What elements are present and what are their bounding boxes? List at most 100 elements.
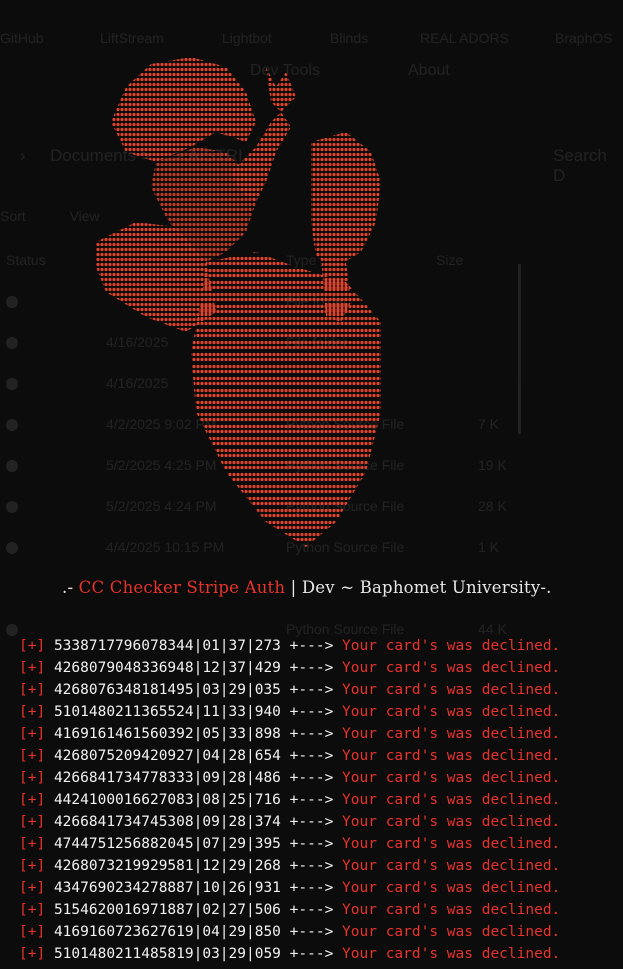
log-entry: [+] 4424100016627083|08|25|716 +---> You… [19,789,619,811]
status-icon [6,296,18,308]
card-value: 4266841734778333|09|28|486 [53,770,281,786]
card-value: 5338717796078344|01|37|273 [53,638,281,654]
card-value: 4169161461560392|05|33|898 [53,726,281,742]
status-icon [6,624,18,636]
log-arrow: +---> [289,660,334,676]
log-tag: [+] [19,792,46,808]
log-tag: [+] [19,770,46,786]
background-size: 7 K [478,416,500,432]
background-bookmarks-bar: GitHub LiftStream Lightbot Blinds REAL A… [0,26,623,50]
log-tag: [+] [19,726,46,742]
log-arrow: +---> [289,682,334,698]
log-entry: [+] 4268076348181495|03|29|035 +---> You… [19,679,619,701]
log-entry: [+] 5154620016971887|02|27|506 +---> You… [19,899,619,921]
status-message: Your card's was declined. [342,902,561,918]
log-entry: [+] 4268075209420927|04|28|654 +---> You… [19,745,619,767]
log-arrow: +---> [289,770,334,786]
card-value: 4268073219929581|12|29|268 [53,858,281,874]
banner-prefix: .- [62,578,79,597]
log-entry: [+] 4169160723627619|04|29|850 +---> You… [19,921,619,943]
background-size: 19 K [478,457,507,473]
banner-separator: | [285,578,302,597]
log-tag: [+] [19,660,46,676]
log-arrow: +---> [289,638,334,654]
card-value: 4744751256882045|07|29|395 [53,836,281,852]
status-icon [6,542,18,554]
log-entry: [+] 5101480211365524|11|33|940 +---> You… [19,701,619,723]
log-entry: [+] 5338717796078344|01|37|273 +---> You… [19,635,619,657]
log-entry: [+] 4744751256882045|07|29|395 +---> You… [19,833,619,855]
log-entry: [+] 4268073219929581|12|29|268 +---> You… [19,855,619,877]
card-value: 4268075209420927|04|28|654 [53,748,281,764]
banner-title: CC Checker Stripe Auth [78,578,286,597]
status-icon [6,419,18,431]
log-tag: [+] [19,682,46,698]
log-entry: [+] 4169161461560392|05|33|898 +---> You… [19,723,619,745]
log-arrow: +---> [289,836,334,852]
card-value: 5101480211485819|03|29|059 [53,946,281,962]
log-tag: [+] [19,924,46,940]
log-arrow: +---> [289,704,334,720]
background-scrollbar [518,264,521,434]
background-tab: About [408,62,450,79]
status-message: Your card's was declined. [342,880,561,896]
status-message: Your card's was declined. [342,638,561,654]
background-bookmark: REAL ADORS [420,30,509,46]
status-message: Your card's was declined. [342,792,561,808]
background-bookmark: LiftStream [100,30,164,46]
background-bookmark: Blinds [330,30,369,46]
status-message: Your card's was declined. [342,682,561,698]
status-message: Your card's was declined. [342,946,561,962]
log-tag: [+] [19,946,46,962]
log-tag: [+] [19,902,46,918]
background-column: Status [6,252,46,268]
log-arrow: +---> [289,946,334,962]
chevron-right-icon: › [20,146,26,165]
log-arrow: +---> [289,792,334,808]
status-message: Your card's was declined. [342,726,561,742]
status-icon [6,501,18,513]
background-size: 28 K [478,498,507,514]
log-tag: [+] [19,858,46,874]
banner-dev: Dev ~ Baphomet University-. [301,578,552,597]
log-arrow: +---> [289,880,334,896]
log-entry: [+] 4266841734778333|09|28|486 +---> You… [19,767,619,789]
card-value: 4268076348181495|03|29|035 [53,682,281,698]
log-arrow: +---> [289,924,334,940]
terminal-log: [+] 5338717796078344|01|37|273 +---> You… [19,635,619,965]
card-value: 4424100016627083|08|25|716 [53,792,281,808]
card-value: 5101480211365524|11|33|940 [53,704,281,720]
log-tag: [+] [19,704,46,720]
log-arrow: +---> [289,902,334,918]
background-sort-label: Sort [0,208,26,224]
log-tag: [+] [19,836,46,852]
status-message: Your card's was declined. [342,660,561,676]
status-message: Your card's was declined. [342,858,561,874]
log-tag: [+] [19,748,46,764]
log-entry: [+] 4347690234278887|10|26|931 +---> You… [19,877,619,899]
log-entry: [+] 4268079048336948|12|37|429 +---> You… [19,657,619,679]
background-search: Search D [553,146,607,185]
log-tag: [+] [19,638,46,654]
log-arrow: +---> [289,858,334,874]
card-value: 4268079048336948|12|37|429 [53,660,281,676]
card-value: 4266841734745308|09|28|374 [53,814,281,830]
background-size: 1 K [478,539,500,555]
status-message: Your card's was declined. [342,836,561,852]
background-bookmark: BraphOS [555,30,613,46]
card-value: 5154620016971887|02|27|506 [53,902,281,918]
log-tag: [+] [19,880,46,896]
log-arrow: +---> [289,748,334,764]
banner: .- CC Checker Stripe Auth | Dev ~ Baphom… [62,578,602,600]
log-arrow: +---> [289,814,334,830]
status-icon [6,378,18,390]
card-value: 4347690234278887|10|26|931 [53,880,281,896]
log-entry: [+] 4266841734745308|09|28|374 +---> You… [19,811,619,833]
status-message: Your card's was declined. [342,814,561,830]
background-sort: Sort View [0,208,100,224]
status-message: Your card's was declined. [342,748,561,764]
background-bookmark: Lightbot [222,30,272,46]
ascii-art-figure-icon [96,57,381,547]
log-arrow: +---> [289,726,334,742]
log-tag: [+] [19,814,46,830]
